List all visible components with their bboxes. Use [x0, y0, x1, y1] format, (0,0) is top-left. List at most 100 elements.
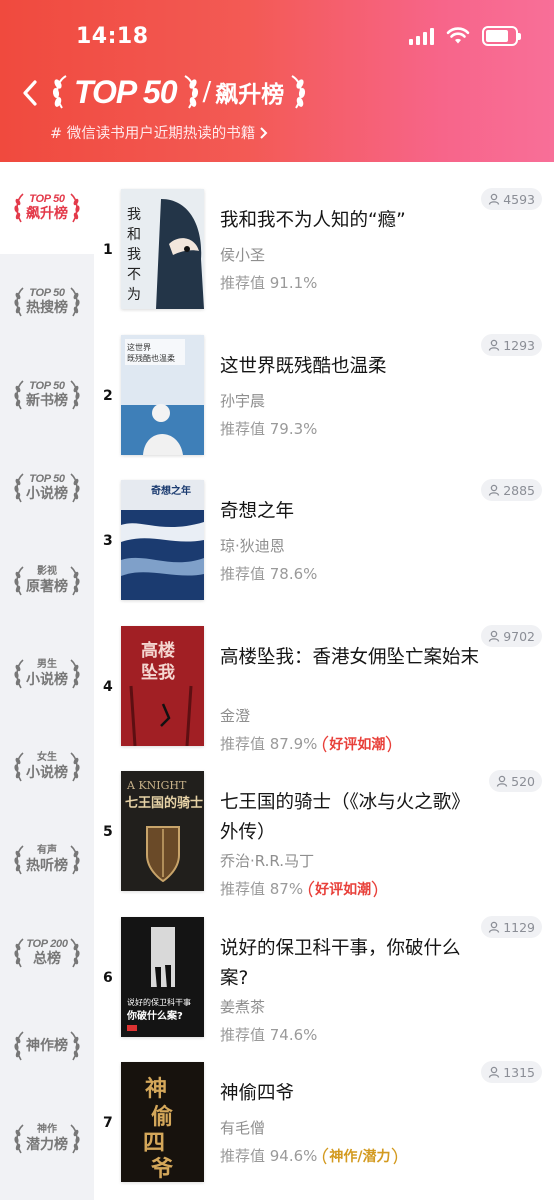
book-row[interactable]: 7 神偷四爷神偷四爷 有毛僧 推荐值 94.6% 神作/潜力 1315 — [94, 1035, 554, 1182]
sidebar-wreath: 神作榜 — [7, 1030, 87, 1060]
reader-count-badge: 520 — [489, 770, 542, 792]
svg-text:坠我: 坠我 — [141, 663, 175, 683]
wifi-icon — [446, 27, 470, 44]
back-arrow-icon[interactable] — [18, 78, 44, 108]
sidebar-item-label: 新书榜 — [26, 392, 68, 409]
reader-count: 9702 — [503, 628, 535, 644]
book-cover[interactable]: 高楼 坠我 — [121, 626, 204, 746]
laurel-icon — [391, 1146, 397, 1164]
sidebar-item-top: 男生 — [37, 658, 57, 670]
chevron-right-icon — [260, 126, 268, 139]
book-title[interactable]: 神偷四爷 — [220, 1079, 482, 1109]
sidebar-item-7[interactable]: 女生 小说榜 — [0, 720, 94, 813]
sidebar-item-6[interactable]: 男生 小说榜 — [0, 627, 94, 720]
cover-art: 高楼坠我 — [121, 626, 204, 746]
laurel-icon — [70, 1030, 80, 1060]
recommendation-score: 推荐值 79.3% — [220, 418, 317, 439]
svg-text:七王国的骑士: 七王国的骑士 — [125, 795, 203, 811]
book-author[interactable]: 琼·狄迪恩 — [220, 535, 285, 556]
laurel-icon — [70, 1123, 80, 1153]
book-author[interactable]: 金澄 — [220, 705, 250, 726]
sidebar-item-label: 潜力榜 — [26, 1136, 68, 1153]
sidebar-wreath: 女生 小说榜 — [7, 752, 87, 782]
laurel-right-icon — [183, 75, 198, 109]
rank-number: 1 — [103, 242, 113, 258]
svg-text:我: 我 — [127, 207, 141, 223]
book-row[interactable]: 5 A KNIGHT 七王国的骑士 七王国的骑士（《冰与火之歌》外传） 乔治·R.R.马… — [94, 744, 554, 898]
sidebar-item-10[interactable]: 神作榜 — [0, 999, 94, 1092]
sidebar-item-4[interactable]: TOP 50 小说榜 — [0, 441, 94, 534]
book-title[interactable]: 这世界既残酷也温柔 — [220, 352, 482, 382]
sidebar-item-9[interactable]: TOP 200 总榜 — [0, 906, 94, 999]
sidebar-item-label: 小说榜 — [26, 485, 68, 502]
laurel-icon — [14, 565, 24, 595]
sidebar-item-label: 热搜榜 — [26, 299, 68, 316]
sidebar-item-2[interactable]: TOP 50 热搜榜 — [0, 255, 94, 348]
laurel-left-icon — [52, 75, 67, 109]
book-row[interactable]: 4 高楼 坠我 高楼坠我：香港女佣坠亡案始末 金澄 推荐值 87.9% 好评如潮 9702 — [94, 599, 554, 753]
laurel-icon — [70, 286, 80, 316]
sidebar-wreath: 影视 原著榜 — [7, 566, 87, 596]
svg-text:说好的保卫科干事: 说好的保卫科干事 — [127, 997, 191, 1007]
rank-number: 4 — [103, 679, 113, 695]
score-text: 推荐值 94.6% — [220, 1147, 318, 1165]
score-text: 推荐值 79.3% — [220, 420, 318, 438]
sidebar-item-8[interactable]: 有声 热听榜 — [0, 813, 94, 906]
book-author[interactable]: 有毛僧 — [220, 1117, 265, 1138]
sidebar-item-top: 女生 — [37, 751, 57, 763]
rank-number: 3 — [103, 533, 113, 549]
sidebar-wreath: TOP 200 总榜 — [7, 938, 87, 968]
book-cover[interactable]: A KNIGHT 七王国的骑士 — [121, 771, 204, 891]
sidebar-item-top: TOP 50 — [29, 379, 65, 392]
svg-text:四: 四 — [143, 1130, 165, 1156]
reader-count: 1129 — [503, 919, 535, 935]
cover-art: A KNIGHT 七王国的骑士 — [121, 771, 204, 891]
rank-number: 2 — [103, 388, 113, 404]
book-author[interactable]: 侯小圣 — [220, 244, 265, 265]
sidebar-item-11[interactable]: 神作 潜力榜 — [0, 1092, 94, 1185]
cover-art: 这世界既残酷也温柔 — [121, 335, 204, 455]
sidebar-item-top: TOP 50 — [29, 193, 65, 205]
award-badge: 神作/潜力 — [321, 1146, 398, 1166]
book-title[interactable]: 高楼坠我：香港女佣坠亡案始末 — [220, 643, 482, 673]
top50-logo: TOP 50 — [74, 73, 177, 110]
laurel-icon — [14, 1030, 24, 1060]
book-author[interactable]: 孙宇晨 — [220, 390, 265, 411]
book-title[interactable]: 七王国的骑士（《冰与火之歌》外传） — [220, 788, 482, 848]
person-icon — [489, 193, 500, 205]
book-cover[interactable]: 说好的保卫科干事 你破什么案? — [121, 917, 204, 1037]
book-author[interactable]: 姜煮茶 — [220, 996, 265, 1017]
book-cover[interactable]: 神偷四爷 — [121, 1062, 204, 1182]
sidebar-item-3[interactable]: TOP 50 新书榜 — [0, 348, 94, 441]
laurel-icon — [14, 937, 24, 967]
book-author[interactable]: 乔治·R.R.马丁 — [220, 850, 314, 871]
book-title[interactable]: 我和我不为人知的“瘾” — [220, 206, 482, 236]
subtitle-link[interactable]: # 微信读书用户近期热读的书籍 — [50, 122, 269, 143]
book-row[interactable]: 6 说好的保卫科干事 你破什么案? 说好的保卫科干事，你破什么案? 姜煮茶 推荐值 74.… — [94, 890, 554, 1044]
recommendation-score: 推荐值 91.1% — [220, 272, 317, 293]
book-row[interactable]: 3 奇想之年 奇想之年 琼·狄迪恩 推荐值 78.6% 2885 — [94, 453, 554, 600]
sidebar-wreath: 有声 热听榜 — [7, 845, 87, 875]
header: 14:18 TOP 50 / 飙升榜 # 微信读书用户近期热读的书籍 — [0, 0, 554, 162]
laurel-icon — [70, 379, 80, 409]
rank-number: 7 — [103, 1115, 113, 1131]
person-icon — [489, 921, 500, 933]
rank-number: 6 — [103, 970, 113, 986]
rank-number: 5 — [103, 824, 113, 840]
laurel-icon — [70, 844, 80, 874]
book-cover[interactable]: 这世界 既残酷也温柔 — [121, 335, 204, 455]
sidebar-item-1[interactable]: TOP 50 飙升榜 — [0, 162, 94, 254]
sidebar-item-top: TOP 50 — [29, 472, 65, 485]
book-row[interactable]: 1 我和我不为我和我不为人知的“瘾” 侯小圣推荐值 91.1% 4593 — [94, 162, 554, 309]
sidebar: TOP 50 飙升榜 TOP 50 热搜榜 TOP 50 新书榜 TOP 50 小说榜 影视 原著… — [0, 162, 94, 1200]
book-title[interactable]: 说好的保卫科干事，你破什么案? — [220, 934, 482, 994]
person-icon — [489, 630, 500, 642]
reader-count-badge: 2885 — [481, 479, 542, 501]
book-title[interactable]: 奇想之年 — [220, 497, 482, 527]
reader-count: 4593 — [503, 191, 535, 207]
book-cover[interactable]: 奇想之年 — [121, 480, 204, 600]
sidebar-item-5[interactable]: 影视 原著榜 — [0, 534, 94, 627]
sidebar-item-label: 小说榜 — [26, 764, 68, 781]
book-row[interactable]: 2 这世界 既残酷也温柔 这世界既残酷也温柔 孙宇晨 推荐值 79.3% 1293 — [94, 308, 554, 455]
book-cover[interactable]: 我和我不为 — [121, 189, 204, 309]
